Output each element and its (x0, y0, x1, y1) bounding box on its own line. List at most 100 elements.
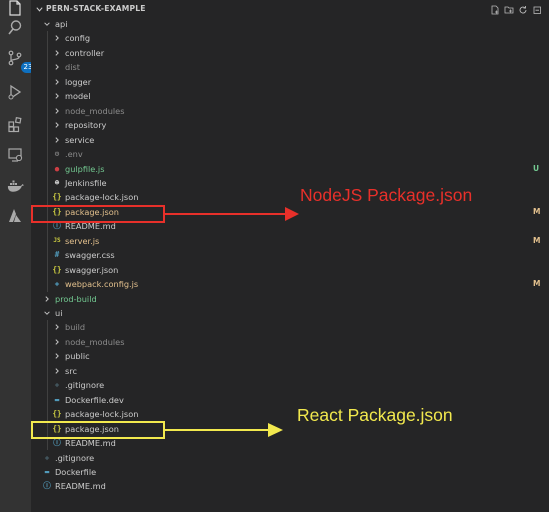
tree-item-label: Dockerfile.dev (65, 394, 124, 405)
tree-item-label: gulpfile.js (65, 163, 105, 174)
file-webpack-config-js[interactable]: ◈ webpack.config.js M (31, 277, 549, 291)
file-gitignore[interactable]: ◆ .gitignore (31, 451, 549, 465)
jenkins-file-icon: ☻ (54, 177, 60, 187)
new-file-icon[interactable] (490, 5, 500, 15)
docker-file-icon: ▬ (54, 394, 60, 404)
tree-item-label: node_modules (65, 105, 125, 116)
azure-icon[interactable] (5, 206, 25, 226)
tree-item-label: model (65, 91, 91, 102)
file-dockerfile-dev[interactable]: ▬ Dockerfile.dev (31, 393, 549, 407)
tree-item-label: package-lock.json (65, 409, 139, 420)
tree-item-label: build (65, 322, 86, 333)
folder-src[interactable]: src (31, 364, 549, 378)
tree-item-label: logger (65, 76, 92, 87)
json-file-icon: {} (52, 409, 62, 419)
gear-icon: ⚙ (54, 149, 60, 159)
tree-item-label: Dockerfile (55, 466, 97, 477)
tree-item-label: api (55, 19, 68, 29)
file-swagger-json[interactable]: {} swagger.json (31, 263, 549, 277)
webpack-file-icon: ◈ (54, 279, 60, 289)
folder-model[interactable]: model (31, 89, 549, 103)
chevron-right-icon (55, 107, 59, 114)
remote-explorer-icon[interactable] (5, 145, 25, 165)
tree-item-label: dist (65, 62, 80, 73)
tree-item-label: swagger.json (65, 264, 119, 275)
tree-item-label: swagger.css (65, 250, 115, 261)
git-status-badge: M (533, 206, 541, 216)
folder-dist[interactable]: dist (31, 60, 549, 74)
tree-item-label: src (65, 365, 77, 376)
chevron-right-icon (55, 368, 59, 374)
json-file-icon: {} (52, 264, 62, 274)
chevron-right-icon (55, 79, 59, 85)
folder-controller[interactable]: controller (31, 46, 549, 60)
file-server-js[interactable]: JS server.js M (31, 234, 549, 248)
collapse-all-icon[interactable] (532, 5, 542, 15)
file-gulpfile-js[interactable]: ● gulpfile.js U (31, 162, 549, 176)
info-file-icon: ⓘ (43, 481, 51, 491)
chevron-right-icon (55, 122, 59, 128)
file-gitignore[interactable]: ◆ .gitignore (31, 378, 549, 392)
project-title: PERN-STACK-EXAMPLE (46, 4, 146, 13)
tree-item-label: .gitignore (65, 380, 105, 391)
tree-item-label: config (65, 33, 91, 44)
tree-item-label: Jenkinsfile (65, 177, 107, 188)
folder-repository[interactable]: repository (31, 118, 549, 132)
folder-node-modules[interactable]: node_modules (31, 335, 549, 349)
react-package-highlight (31, 421, 165, 439)
react-annotation-label: React Package.json (297, 405, 453, 425)
folder-node-modules[interactable]: node_modules (31, 104, 549, 118)
chevron-right-icon (55, 136, 59, 143)
javascript-file-icon: JS (53, 236, 61, 244)
source-control-icon[interactable]: 23 (5, 48, 35, 73)
tree-item-label: public (65, 351, 90, 362)
git-status-badge: U (533, 163, 540, 173)
tree-item-label: node_modules (65, 336, 125, 347)
file-dockerfile[interactable]: ▬ Dockerfile (31, 465, 549, 479)
json-file-icon: {} (52, 192, 62, 202)
chevron-right-icon (55, 64, 59, 71)
tree-item-label: webpack.config.js (65, 279, 139, 290)
files-icon[interactable] (5, 0, 25, 18)
nodejs-arrow (165, 207, 299, 221)
tree-item-label: package-lock.json (65, 192, 139, 203)
nodejs-package-highlight (31, 205, 165, 223)
folder-prod-build[interactable]: prod-build (31, 292, 549, 306)
search-icon[interactable] (5, 17, 25, 37)
refresh-icon[interactable] (518, 5, 528, 15)
nodejs-annotation-label: NodeJS Package.json (300, 185, 473, 205)
gulp-file-icon: ● (54, 163, 60, 173)
chevron-down-icon (36, 7, 43, 12)
new-folder-icon[interactable] (504, 5, 514, 15)
docker-file-icon: ▬ (44, 466, 50, 476)
git-status-badge: M (533, 279, 541, 289)
tree-item-label: README.md (55, 481, 106, 492)
git-status-badge: M (533, 235, 541, 245)
file-readme-md[interactable]: ⓘ README.md (31, 479, 549, 493)
docker-icon[interactable] (5, 176, 25, 196)
chevron-right-icon (55, 324, 59, 331)
run-debug-icon[interactable] (5, 82, 25, 102)
file-env[interactable]: ⚙ .env (31, 147, 549, 161)
react-arrow (165, 423, 283, 437)
extensions-icon[interactable] (5, 114, 25, 134)
css-file-icon: # (54, 250, 60, 260)
chevron-right-icon (55, 339, 59, 345)
folder-build[interactable]: build (31, 320, 549, 334)
explorer-root-header[interactable]: PERN-STACK-EXAMPLE (31, 3, 549, 17)
folder-logger[interactable]: logger (31, 75, 549, 89)
tree-item-label: .gitignore (55, 452, 95, 463)
chevron-down-icon (44, 311, 50, 315)
tree-item-label: ui (55, 308, 63, 318)
folder-config[interactable]: config (31, 31, 549, 45)
folder-ui[interactable]: ui (31, 306, 549, 320)
chevron-down-icon (44, 22, 50, 26)
tree-item-label: server.js (65, 235, 100, 246)
tree-item-label: repository (65, 120, 107, 131)
tree-item-label: controller (65, 47, 105, 58)
folder-service[interactable]: service (31, 133, 549, 147)
folder-api[interactable]: api (31, 17, 549, 31)
file-swagger-css[interactable]: # swagger.css (31, 248, 549, 262)
chevron-right-icon (55, 353, 59, 360)
folder-public[interactable]: public (31, 349, 549, 363)
